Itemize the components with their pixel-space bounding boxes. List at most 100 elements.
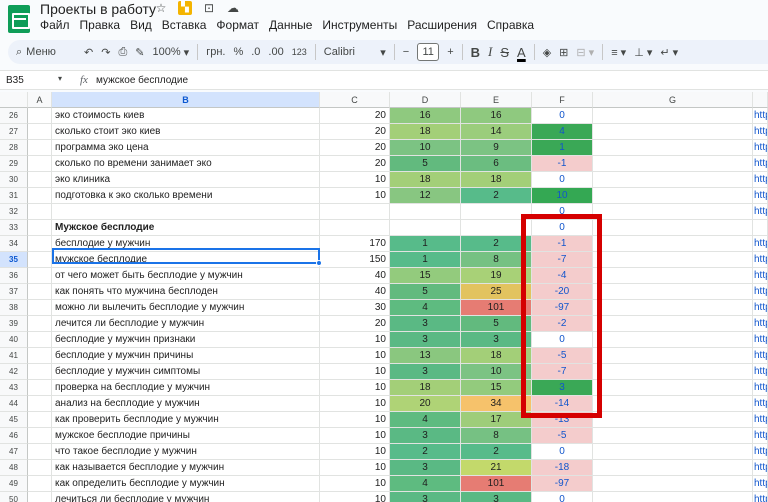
cell-volume[interactable]: 170 xyxy=(320,236,390,252)
cell-change[interactable]: 0 xyxy=(532,492,593,502)
cell-position-e[interactable] xyxy=(461,220,532,236)
menu-item[interactable]: Расширения xyxy=(407,17,477,33)
cell-position-d[interactable]: 18 xyxy=(390,380,461,396)
row-number[interactable]: 50 xyxy=(0,492,28,502)
italic-button[interactable]: I xyxy=(484,40,496,64)
cell-volume[interactable]: 10 xyxy=(320,460,390,476)
cell-g[interactable] xyxy=(593,412,753,428)
cell-link[interactable]: http xyxy=(753,348,768,364)
cell-position-d[interactable]: 10 xyxy=(390,140,461,156)
cell-volume[interactable]: 20 xyxy=(320,108,390,124)
cell-g[interactable] xyxy=(593,284,753,300)
cell-change[interactable]: 0 xyxy=(532,332,593,348)
cloud-status-icon[interactable]: ☁ xyxy=(226,1,240,15)
cell-keyword[interactable]: бесплодие у мужчин симптомы xyxy=(52,364,320,380)
menu-item[interactable]: Справка xyxy=(487,17,534,33)
cell-keyword[interactable]: Мужское бесплодие xyxy=(52,220,320,236)
cell-position-e[interactable]: 2 xyxy=(461,236,532,252)
merge-cells-icon[interactable]: ⊟ ▾ xyxy=(572,40,598,64)
cell-keyword[interactable]: лечиться ли бесплодие у мужчин xyxy=(52,492,320,502)
cell-a[interactable] xyxy=(28,396,52,412)
cell-change[interactable]: 4 xyxy=(532,124,593,140)
row-number[interactable]: 31 xyxy=(0,188,28,204)
cell-position-d[interactable]: 4 xyxy=(390,476,461,492)
cell-link[interactable]: http xyxy=(753,444,768,460)
cell-g[interactable] xyxy=(593,156,753,172)
corner-cell[interactable] xyxy=(0,92,28,108)
move-folder-icon[interactable]: ⊡ xyxy=(202,1,216,15)
row-number[interactable]: 48 xyxy=(0,460,28,476)
cell-volume[interactable]: 10 xyxy=(320,444,390,460)
cell-a[interactable] xyxy=(28,220,52,236)
cell-a[interactable] xyxy=(28,444,52,460)
cell-g[interactable] xyxy=(593,380,753,396)
cell-keyword[interactable]: как называется бесплодие у мужчин xyxy=(52,460,320,476)
cell-link[interactable]: http xyxy=(753,108,768,124)
cell-g[interactable] xyxy=(593,252,753,268)
horizontal-align-icon[interactable]: ≡ ▾ xyxy=(607,40,630,64)
cell-keyword[interactable]: анализ на бесплодие у мужчин xyxy=(52,396,320,412)
row-number[interactable]: 36 xyxy=(0,268,28,284)
cell-change[interactable]: -18 xyxy=(532,460,593,476)
cell-position-d[interactable]: 3 xyxy=(390,332,461,348)
column-header-e[interactable]: E xyxy=(461,92,532,108)
cell-position-d[interactable] xyxy=(390,220,461,236)
cell-volume[interactable]: 10 xyxy=(320,476,390,492)
sheets-logo-icon[interactable] xyxy=(8,5,30,33)
cell-link[interactable]: http xyxy=(753,492,768,502)
cell-keyword[interactable]: от чего может быть бесплодие у мужчин xyxy=(52,268,320,284)
cell-position-d[interactable]: 18 xyxy=(390,172,461,188)
cell-link[interactable]: http xyxy=(753,332,768,348)
cell-position-d[interactable]: 20 xyxy=(390,396,461,412)
cell-link[interactable]: http xyxy=(753,204,768,220)
cell-link[interactable]: http xyxy=(753,412,768,428)
cell-a[interactable] xyxy=(28,284,52,300)
paint-format-icon[interactable]: ✎ xyxy=(131,40,148,64)
cell-change[interactable]: -97 xyxy=(532,476,593,492)
cell-position-d[interactable]: 3 xyxy=(390,316,461,332)
currency-button[interactable]: грн. xyxy=(202,40,229,64)
cell-keyword[interactable]: бесплодие у мужчин причины xyxy=(52,348,320,364)
row-number[interactable]: 47 xyxy=(0,444,28,460)
cell-keyword[interactable]: программа эко цена xyxy=(52,140,320,156)
cell-g[interactable] xyxy=(593,316,753,332)
percent-button[interactable]: % xyxy=(229,40,247,64)
cell-g[interactable] xyxy=(593,428,753,444)
cell-position-d[interactable]: 3 xyxy=(390,428,461,444)
cell-position-d[interactable]: 1 xyxy=(390,236,461,252)
cell-position-e[interactable]: 16 xyxy=(461,108,532,124)
formula-input[interactable]: мужское бесплодие xyxy=(96,75,188,86)
cell-position-d[interactable]: 3 xyxy=(390,364,461,380)
cell-a[interactable] xyxy=(28,380,52,396)
cell-g[interactable] xyxy=(593,492,753,502)
cell-volume[interactable]: 10 xyxy=(320,380,390,396)
row-number[interactable]: 35 xyxy=(0,252,28,268)
cell-position-e[interactable]: 17 xyxy=(461,412,532,428)
cell-position-e[interactable]: 9 xyxy=(461,140,532,156)
cell-a[interactable] xyxy=(28,492,52,502)
cell-a[interactable] xyxy=(28,300,52,316)
menu-item[interactable]: Правка xyxy=(80,17,121,33)
cell-link[interactable] xyxy=(753,220,768,236)
cell-keyword[interactable]: бесплодие у мужчин xyxy=(52,236,320,252)
cell-position-e[interactable]: 8 xyxy=(461,252,532,268)
increase-decimal-button[interactable]: .00 xyxy=(264,40,287,64)
cell-position-d[interactable]: 1 xyxy=(390,252,461,268)
undo-icon[interactable]: ↶ xyxy=(80,40,97,64)
cell-volume[interactable]: 10 xyxy=(320,188,390,204)
column-header-d[interactable]: D xyxy=(390,92,461,108)
print-icon[interactable]: ⎙ xyxy=(114,40,131,64)
cell-keyword[interactable]: подготовка к эко сколько времени xyxy=(52,188,320,204)
cell-position-e[interactable]: 3 xyxy=(461,332,532,348)
cell-volume[interactable]: 150 xyxy=(320,252,390,268)
cell-change[interactable]: -7 xyxy=(532,252,593,268)
cell-keyword[interactable]: сколько по времени занимает эко xyxy=(52,156,320,172)
cell-volume[interactable]: 10 xyxy=(320,332,390,348)
cell-a[interactable] xyxy=(28,172,52,188)
cell-volume[interactable]: 20 xyxy=(320,140,390,156)
cell-change[interactable]: -13 xyxy=(532,412,593,428)
cell-position-d[interactable]: 15 xyxy=(390,268,461,284)
cell-position-e[interactable] xyxy=(461,204,532,220)
cell-change[interactable]: -14 xyxy=(532,396,593,412)
cell-a[interactable] xyxy=(28,236,52,252)
